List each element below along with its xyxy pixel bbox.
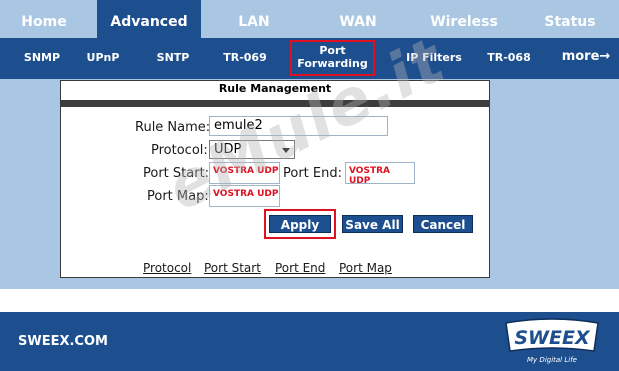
save-all-button[interactable]: Save All bbox=[342, 215, 403, 233]
sweex-logo: SWEEX My Digital Life bbox=[505, 318, 599, 364]
logo-tagline: My Digital Life bbox=[527, 356, 577, 364]
port-map-link[interactable]: Port Map bbox=[339, 261, 392, 275]
logo-text: SWEEX bbox=[514, 327, 591, 349]
rule-name-label: Rule Name: bbox=[135, 120, 211, 135]
sub-nav-sntp[interactable]: SNTP bbox=[149, 51, 197, 64]
tab-wan[interactable]: WAN bbox=[308, 0, 408, 38]
sub-nav-tr069[interactable]: TR-069 bbox=[216, 51, 274, 64]
port-end-link[interactable]: Port End bbox=[275, 261, 325, 275]
tab-home[interactable]: Home bbox=[0, 0, 88, 38]
tab-advanced[interactable]: Advanced bbox=[97, 0, 201, 38]
port-end-input[interactable]: VOSTRA UDP bbox=[345, 162, 415, 186]
sub-nav-tr068[interactable]: TR-068 bbox=[481, 51, 537, 64]
footer: SWEEX.COM SWEEX My Digital Life bbox=[0, 312, 619, 371]
sub-nav-upnp[interactable]: UPnP bbox=[80, 51, 126, 64]
port-start-link[interactable]: Port Start bbox=[204, 261, 261, 275]
sub-nav-more[interactable]: more→ bbox=[555, 49, 617, 64]
protocol-link[interactable]: Protocol bbox=[143, 261, 191, 275]
tab-lan[interactable]: LAN bbox=[208, 0, 300, 38]
footer-site-text: SWEEX.COM bbox=[18, 334, 108, 349]
sub-nav-snmp[interactable]: SNMP bbox=[18, 51, 66, 64]
tab-status[interactable]: Status bbox=[525, 0, 615, 38]
cancel-button[interactable]: Cancel bbox=[413, 215, 473, 233]
top-tab-bar: Home Advanced LAN WAN Wireless Status bbox=[0, 0, 619, 38]
apply-button[interactable]: Apply bbox=[269, 215, 331, 233]
